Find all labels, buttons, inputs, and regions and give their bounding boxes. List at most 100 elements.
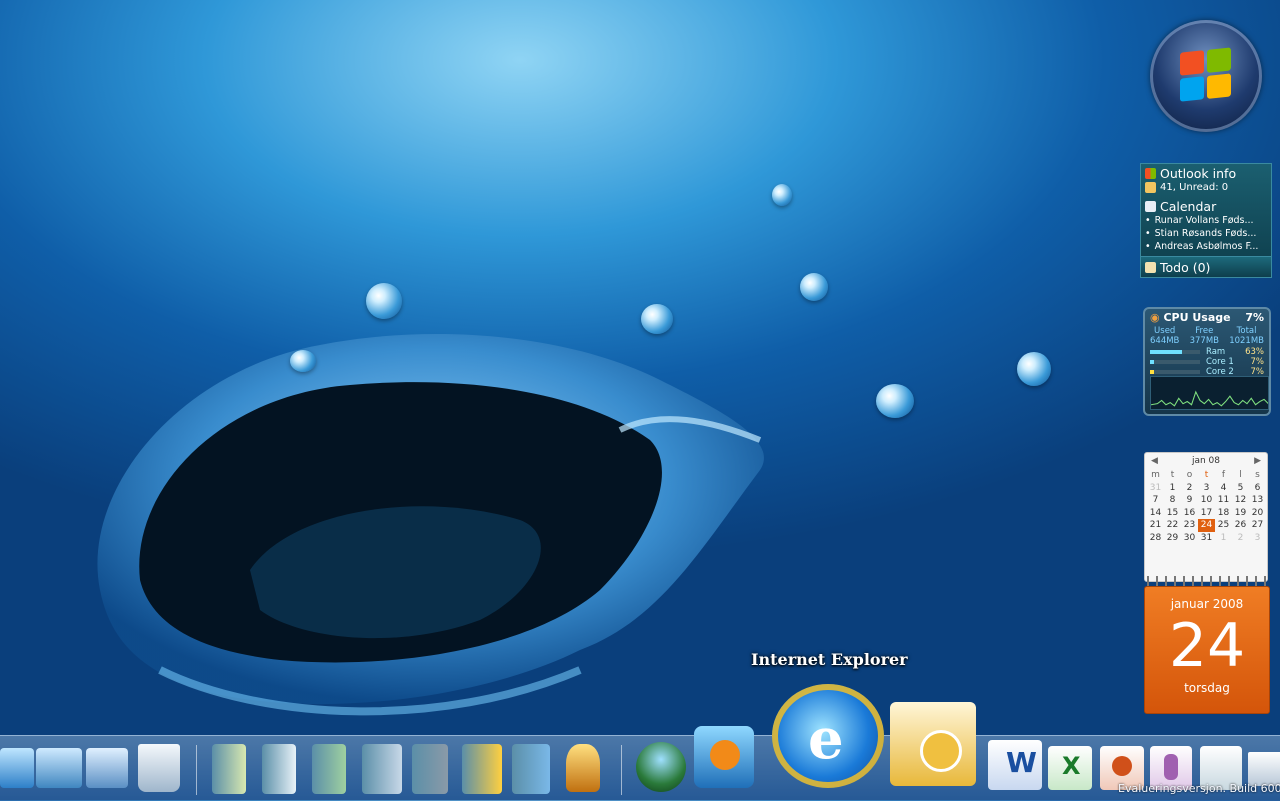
calendar-day[interactable]: 19 [1232, 507, 1249, 520]
calendar-event[interactable]: • Stian Røsands Føds... [1141, 227, 1271, 240]
calendar-day[interactable]: 9 [1181, 494, 1198, 507]
calendar-day[interactable]: 12 [1232, 494, 1249, 507]
outlook-info-header: Outlook info [1141, 164, 1271, 181]
day-view[interactable]: januar 2008 24 torsdag [1144, 586, 1270, 714]
calendar-rings [1144, 576, 1268, 586]
calendar-day[interactable]: 26 [1232, 519, 1249, 532]
calendar-week: 7 8 9 10 11 12 13 [1147, 494, 1266, 507]
calendar-day[interactable]: 7 [1147, 494, 1164, 507]
calendar-day[interactable]: 2 [1181, 482, 1198, 495]
favorites-folder-icon[interactable] [462, 744, 502, 794]
outlook-info-title: Outlook info [1160, 165, 1237, 181]
calendar-day[interactable]: 25 [1215, 519, 1232, 532]
calendar-event[interactable]: • Andreas Asbølmos F... [1141, 240, 1271, 253]
dock-separator [621, 745, 622, 795]
day-number: 24 [1168, 611, 1246, 681]
month-label: jan 08 [1191, 456, 1221, 466]
month-view: ◀ jan 08 ▶ mtotfls 31 1 2 3 4 5 6 7 8 9 10 11 12 13 … [1144, 452, 1268, 582]
window-icon[interactable] [1248, 752, 1280, 786]
excel-icon[interactable]: X [1048, 746, 1092, 790]
calendar-header[interactable]: Calendar [1141, 197, 1271, 214]
calendar-day[interactable]: 18 [1215, 507, 1232, 520]
media-player-icon[interactable] [694, 726, 754, 788]
calendar-day[interactable]: 10 [1198, 494, 1215, 507]
calendar-day[interactable]: 8 [1164, 494, 1181, 507]
cpu-percent: 7% [1245, 311, 1264, 324]
outlook-info-gadget[interactable]: Outlook info 41, Unread: 0 Calendar • Run… [1140, 163, 1272, 278]
calendar-day[interactable]: 13 [1249, 494, 1266, 507]
clipboard-icon [1145, 261, 1156, 273]
dock-separator [196, 745, 197, 795]
calendar-day[interactable]: 3 [1249, 532, 1266, 545]
calendar-event[interactable]: • Runar Vollans Føds... [1141, 214, 1271, 227]
calendar-day[interactable]: 27 [1249, 519, 1266, 532]
memory-stats: Used 644MB Free 377MB Total 1021MB [1150, 326, 1264, 346]
calendar-day[interactable]: 31 [1198, 532, 1215, 545]
computer-icon[interactable] [0, 748, 34, 788]
calendar-day[interactable]: 6 [1249, 482, 1266, 495]
calendar-title: Calendar [1160, 198, 1217, 214]
calendar-day[interactable]: 15 [1164, 507, 1181, 520]
water-drop [876, 384, 914, 418]
control-panel-icon[interactable] [86, 748, 128, 788]
network-icon[interactable] [36, 748, 82, 788]
calendar-day-today[interactable]: 24 [1198, 519, 1215, 532]
calendar-week: 14 15 16 17 18 19 20 [1147, 507, 1266, 520]
prev-month-icon[interactable]: ◀ [1151, 456, 1158, 466]
downloads-folder-icon[interactable] [512, 744, 550, 794]
todo-label: Todo (0) [1160, 259, 1211, 275]
calendar-day[interactable]: 31 [1147, 482, 1164, 495]
month-grid: mtotfls 31 1 2 3 4 5 6 7 8 9 10 11 12 13 14 15 16 17 18 1… [1147, 469, 1266, 544]
videos-folder-icon[interactable] [412, 744, 448, 794]
calendar-day[interactable]: 30 [1181, 532, 1198, 545]
calendar-day[interactable]: 14 [1147, 507, 1164, 520]
todo-row[interactable]: Todo (0) [1141, 256, 1271, 277]
calendar-day[interactable]: 20 [1249, 507, 1266, 520]
calendar-day[interactable]: 29 [1164, 532, 1181, 545]
inbox-row[interactable]: 41, Unread: 0 [1141, 181, 1271, 194]
calendar-day[interactable]: 1 [1164, 482, 1181, 495]
pictures-folder-icon[interactable] [312, 744, 346, 794]
mail-icon [1145, 182, 1156, 193]
cpu-usage-gadget[interactable]: ◉ CPU Usage 7% Used 644MB Free 377MB Total… [1143, 307, 1271, 416]
documents-folder-icon[interactable] [212, 744, 246, 794]
calendar-day[interactable]: 21 [1147, 519, 1164, 532]
outlook-icon[interactable] [890, 702, 976, 786]
calendar-gadget[interactable]: ◀ jan 08 ▶ mtotfls 31 1 2 3 4 5 6 7 8 9 10 11 12 13 … [1144, 452, 1270, 714]
water-drop [1017, 352, 1051, 386]
word-icon[interactable]: W [988, 740, 1042, 790]
internet-explorer-icon[interactable]: e [772, 684, 884, 788]
cpu-icon: ◉ [1150, 311, 1160, 324]
calendar-day[interactable]: 2 [1232, 532, 1249, 545]
evaluation-watermark: Evalueringsversjon. Build 6001 [1118, 782, 1280, 795]
start-orb-icon[interactable] [636, 742, 686, 792]
calendar-day[interactable]: 17 [1198, 507, 1215, 520]
calendar-day[interactable]: 11 [1215, 494, 1232, 507]
inbox-count: 41, Unread: 0 [1160, 182, 1229, 193]
weekday-label: torsdag [1184, 681, 1230, 695]
calendar-day[interactable]: 22 [1164, 519, 1181, 532]
calendar-day[interactable]: 1 [1215, 532, 1232, 545]
calendar-day[interactable]: 3 [1198, 482, 1215, 495]
recycle-bin-icon[interactable] [138, 744, 180, 792]
water-drop [366, 283, 402, 319]
calendar-day[interactable]: 23 [1181, 519, 1198, 532]
calendar-week: 21 22 23 24 25 26 27 [1147, 519, 1266, 532]
next-month-icon[interactable]: ▶ [1254, 456, 1261, 466]
calendar-day[interactable]: 5 [1232, 482, 1249, 495]
calendar-day[interactable]: 4 [1215, 482, 1232, 495]
games-icon[interactable] [566, 744, 600, 792]
windows-logo-icon [1150, 20, 1262, 132]
cpu-title: ◉ CPU Usage [1150, 311, 1231, 324]
text-documents-icon[interactable] [262, 744, 296, 794]
calendar-day[interactable]: 16 [1181, 507, 1198, 520]
calendar-day[interactable]: 28 [1147, 532, 1164, 545]
music-folder-icon[interactable] [362, 744, 402, 794]
water-drop [290, 350, 316, 372]
cpu-history-graph [1150, 376, 1270, 410]
water-drop [800, 273, 828, 301]
water-drop [641, 304, 673, 334]
office-icon [1145, 167, 1156, 179]
desktop: { "gadgets": { "outlook": { "title": "Ou… [0, 0, 1280, 801]
calendar-week: 31 1 2 3 4 5 6 [1147, 482, 1266, 495]
